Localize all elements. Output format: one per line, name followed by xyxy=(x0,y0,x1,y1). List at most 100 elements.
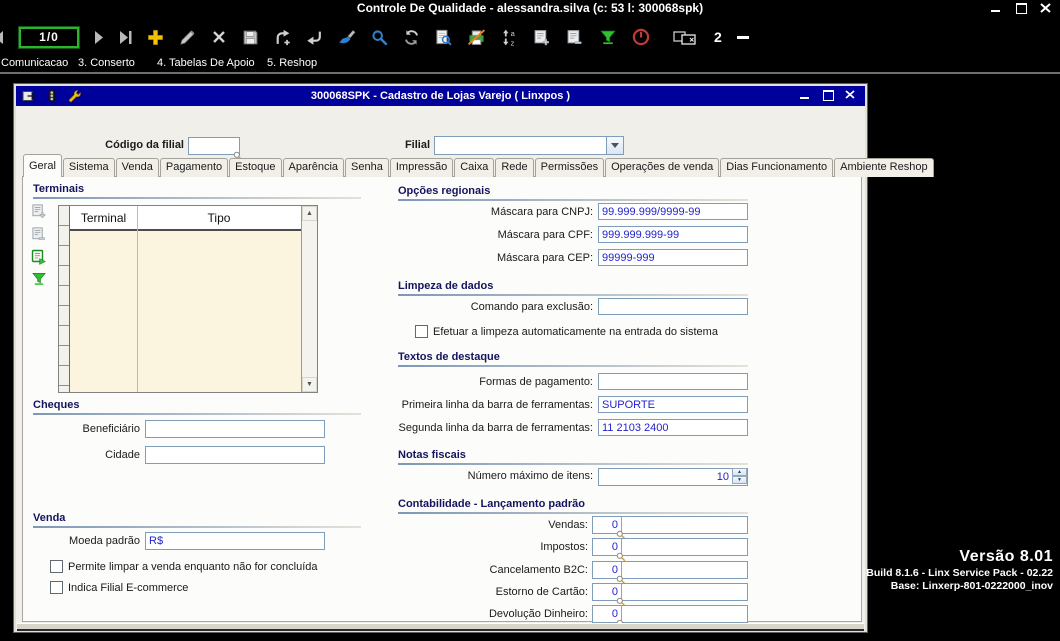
tab-senha[interactable]: Senha xyxy=(345,158,389,177)
minimize-icon[interactable] xyxy=(990,3,1002,13)
comando-exclusao-input[interactable] xyxy=(598,298,748,315)
nav-first-icon[interactable] xyxy=(0,27,4,47)
numero-maximo-itens-input[interactable] xyxy=(598,468,748,486)
lookup-magnifier-icon xyxy=(616,549,626,562)
mascara-cpf-input[interactable] xyxy=(598,226,748,243)
dialog-footer xyxy=(17,623,864,631)
menu-conserto[interactable]: 3. Conserto xyxy=(78,57,135,69)
terminal-run-icon[interactable] xyxy=(31,249,47,265)
chevron-down-icon[interactable] xyxy=(606,137,623,154)
tab-aparencia[interactable]: Aparência xyxy=(282,158,345,177)
devolucao-dinheiro-field[interactable] xyxy=(592,605,748,629)
dialog-cadastro-lojas: 300068SPK - Cadastro de Lojas Varejo ( L… xyxy=(13,83,934,633)
cidade-label: Cidade xyxy=(105,449,140,461)
lookup-magnifier-icon xyxy=(616,527,626,540)
stop-icon[interactable] xyxy=(632,27,650,47)
version-title: Versão 8.01 xyxy=(959,548,1053,565)
grid-col-terminal: Terminal xyxy=(80,210,127,225)
tab-impressao[interactable]: Impressão xyxy=(389,158,454,177)
formas-pagamento-input[interactable] xyxy=(598,373,748,390)
grid-scrollbar[interactable]: ▲ ▼ xyxy=(301,206,317,392)
menu-reshop[interactable]: 5. Reshop xyxy=(267,57,317,69)
impostos-field[interactable] xyxy=(592,538,748,562)
tab-dias-funcionamento[interactable]: Dias Funcionamento xyxy=(720,158,834,177)
menu-comunicacao[interactable]: Comunicacao xyxy=(1,57,68,69)
spinner[interactable]: ▲ ▼ xyxy=(732,468,747,484)
numero-maximo-itens-field[interactable]: ▲ ▼ xyxy=(598,467,748,486)
spin-up-icon[interactable]: ▲ xyxy=(732,468,747,476)
mascara-cep-input[interactable] xyxy=(598,249,748,266)
checkbox-limpeza-automatica[interactable] xyxy=(415,325,428,338)
tab-pagamento[interactable]: Pagamento xyxy=(159,158,229,177)
wrench-icon[interactable] xyxy=(67,89,81,103)
minimize-all-icon[interactable] xyxy=(736,35,749,39)
vendas-field[interactable] xyxy=(592,516,748,540)
spin-down-icon[interactable]: ▼ xyxy=(732,476,747,484)
tab-estoque[interactable]: Estoque xyxy=(229,158,282,177)
tab-operacoes-de-venda[interactable]: Operações de venda xyxy=(605,158,720,177)
tab-geral[interactable]: Geral xyxy=(23,154,62,177)
scroll-up-icon[interactable]: ▲ xyxy=(302,206,317,221)
tab-venda[interactable]: Venda xyxy=(115,158,159,177)
add-icon[interactable] xyxy=(147,27,164,47)
dialog-title: 300068SPK - Cadastro de Lojas Varejo ( L… xyxy=(310,90,571,102)
sort-az-icon[interactable]: az xyxy=(501,27,518,47)
cancelamento-b2c-field[interactable] xyxy=(592,561,748,585)
brush-icon[interactable] xyxy=(338,27,356,47)
svg-text:z: z xyxy=(511,38,515,46)
checkbox-permite-limpar[interactable] xyxy=(50,560,63,573)
codigo-filial-field[interactable] xyxy=(188,136,243,161)
checkbox-filial-ecommerce[interactable] xyxy=(50,581,63,594)
preview-icon[interactable] xyxy=(435,27,452,47)
menubar: Comunicacao 3. Conserto 4. Tabelas De Ap… xyxy=(0,56,1060,74)
close-icon[interactable] xyxy=(1040,3,1052,13)
undo-icon[interactable] xyxy=(306,27,323,47)
maximize-icon[interactable] xyxy=(1015,3,1027,14)
filter-icon[interactable] xyxy=(599,27,617,47)
tab-rede[interactable]: Rede xyxy=(495,158,534,177)
grid-col-tipo: Tipo xyxy=(207,210,231,225)
doc-add-icon[interactable] xyxy=(533,27,551,47)
dialog-minimize-icon[interactable] xyxy=(799,90,811,100)
tab-sistema[interactable]: Sistema xyxy=(62,158,115,177)
version-build: Build 8.1.6 - Linx Service Pack - 02.22 xyxy=(866,567,1053,579)
search-icon[interactable] xyxy=(371,27,388,47)
tab-caixa[interactable]: Caixa xyxy=(454,158,495,177)
estorno-cartao-field[interactable] xyxy=(592,583,748,607)
moeda-padrao-input[interactable] xyxy=(145,532,325,550)
cascade-windows-icon[interactable] xyxy=(673,27,699,47)
edit-icon[interactable] xyxy=(179,27,196,47)
tab-ambiente-reshop[interactable]: Ambiente Reshop xyxy=(834,158,934,177)
doc-remove-icon[interactable] xyxy=(566,27,584,47)
save-icon[interactable] xyxy=(242,27,259,47)
version-info: Versão 8.01 Build 8.1.6 - Linx Service P… xyxy=(866,548,1053,592)
refresh-icon[interactable] xyxy=(403,27,420,47)
devolucao-dinheiro-label: Devolução Dinheiro: xyxy=(488,608,588,620)
grid-body[interactable] xyxy=(70,231,301,392)
beneficiario-label: Beneficiário xyxy=(82,423,140,435)
delete-icon[interactable] xyxy=(211,27,227,47)
scroll-down-icon[interactable]: ▼ xyxy=(302,377,317,392)
main-toolbar: 1/0 az 2 xyxy=(0,18,1060,56)
segunda-linha-input[interactable] xyxy=(598,419,748,436)
main-titlebar: Controle De Qualidade - alessandra.silva… xyxy=(0,0,1060,17)
primeira-linha-input[interactable] xyxy=(598,396,748,413)
cidade-input[interactable] xyxy=(145,446,325,464)
mascara-cnpj-input[interactable] xyxy=(598,203,748,220)
print-disabled-icon[interactable] xyxy=(467,27,486,47)
codigo-filial-label: Código da filial xyxy=(105,139,184,151)
tab-permissoes[interactable]: Permissões xyxy=(534,158,605,177)
dialog-close-icon[interactable] xyxy=(845,90,857,100)
dialog-maximize-icon[interactable] xyxy=(822,90,834,101)
terminais-grid[interactable]: Terminal Tipo ▲ ▼ xyxy=(58,205,318,393)
beneficiario-input[interactable] xyxy=(145,420,325,438)
nav-last-icon[interactable] xyxy=(119,27,132,47)
redo-icon[interactable] xyxy=(274,27,291,47)
semaphore-icon[interactable] xyxy=(45,89,58,103)
form-export-icon[interactable] xyxy=(22,89,36,103)
terminal-filter-icon[interactable] xyxy=(31,272,47,286)
terminal-add-icon[interactable] xyxy=(31,203,47,219)
menu-tabelas-de-apoio[interactable]: 4. Tabelas De Apoio xyxy=(157,57,255,69)
terminal-remove-icon[interactable] xyxy=(31,226,47,242)
nav-next-icon[interactable] xyxy=(94,27,104,47)
